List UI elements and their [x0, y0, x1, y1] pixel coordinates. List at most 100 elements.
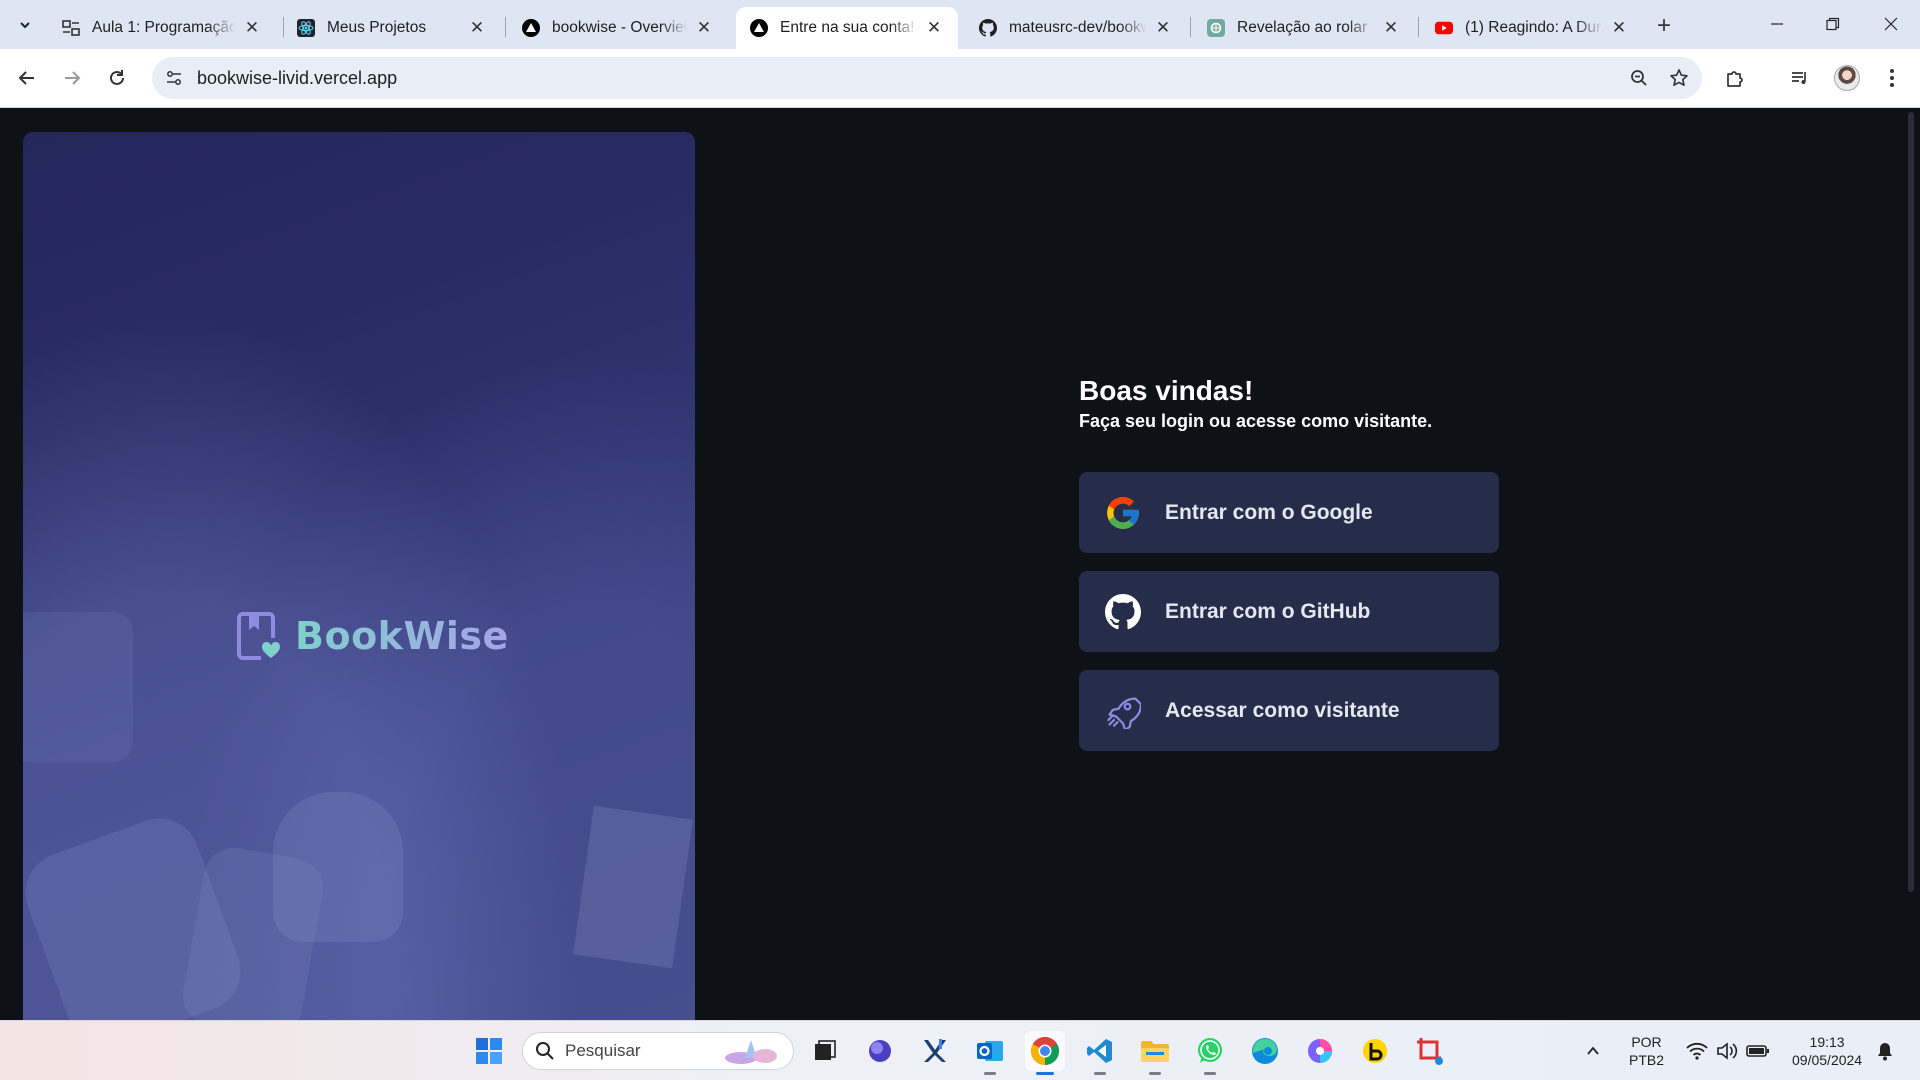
clock-time: 19:13	[1809, 1034, 1845, 1050]
system-tray: POR PTB2 19:13 09/05/2024	[1585, 1021, 1894, 1080]
brand-name: BookWise	[295, 614, 509, 658]
back-button[interactable]	[10, 61, 44, 95]
edge-icon	[1252, 1038, 1278, 1064]
taskbar-app-2[interactable]	[915, 1031, 955, 1071]
windows-taskbar: Pesquisar POR PTB2 19:13 09/05/2024	[0, 1020, 1920, 1080]
react-icon	[297, 19, 315, 37]
restore-button[interactable]	[1808, 8, 1858, 40]
tab-aula[interactable]: Aula 1: Programação ✕	[48, 7, 276, 49]
windows-logo-icon	[476, 1038, 502, 1064]
url-text[interactable]: bookwise-livid.vercel.app	[197, 68, 1622, 89]
taskbar-snipping-tool[interactable]	[1410, 1031, 1450, 1071]
tab-title: bookwise - Overview	[552, 19, 688, 36]
close-icon[interactable]: ✕	[1153, 18, 1173, 38]
tab-bookwise-overview[interactable]: bookwise - Overview ✕	[508, 7, 728, 49]
app-circle-icon	[869, 1040, 891, 1062]
tab-search-button[interactable]	[8, 10, 42, 40]
tab-github-repo[interactable]: mateusrc-dev/bookw ✕	[965, 7, 1187, 49]
outlook-icon	[977, 1041, 1003, 1061]
media-controls-button[interactable]	[1783, 61, 1817, 95]
guest-access-label: Acessar como visitante	[1165, 698, 1400, 722]
kebab-menu-icon	[1890, 69, 1894, 87]
taskbar-chrome[interactable]	[1025, 1031, 1065, 1075]
chevron-up-icon[interactable]	[1585, 1043, 1601, 1059]
github-icon	[979, 19, 997, 37]
taskbar-app-b[interactable]	[1355, 1031, 1395, 1071]
taskbar-task-view[interactable]	[805, 1031, 845, 1071]
bookwise-logo: BookWise	[235, 612, 509, 660]
taskbar-file-explorer[interactable]	[1135, 1031, 1175, 1075]
close-icon[interactable]: ✕	[1609, 18, 1629, 38]
minimize-button[interactable]	[1752, 8, 1802, 40]
forward-button[interactable]	[55, 61, 89, 95]
tab-separator	[1190, 17, 1191, 37]
hero-background-shape	[23, 612, 133, 762]
taskbar-whatsapp[interactable]	[1190, 1031, 1230, 1075]
tab-entre-na-sua-conta[interactable]: Entre na sua conta! | ✕	[736, 7, 958, 49]
zoom-button[interactable]	[1622, 61, 1656, 95]
running-indicator	[1094, 1072, 1106, 1075]
close-icon[interactable]: ✕	[242, 18, 262, 38]
tab-strip: Aula 1: Programação ✕ Meus Projetos ✕ bo…	[0, 0, 1920, 49]
arrow-left-icon	[18, 71, 34, 85]
notification-bell-icon[interactable]	[1876, 1041, 1894, 1061]
tab-title: mateusrc-dev/bookw	[1009, 19, 1147, 36]
google-login-button[interactable]: Entrar com o Google	[1079, 472, 1499, 553]
keyboard-layout: PTB2	[1629, 1052, 1665, 1068]
menu-button[interactable]	[1875, 61, 1909, 95]
close-icon[interactable]: ✕	[1381, 18, 1401, 38]
restore-icon	[1826, 17, 1840, 31]
github-login-button[interactable]: Entrar com o GitHub	[1079, 571, 1499, 652]
taskbar-vscode[interactable]	[1080, 1031, 1120, 1075]
profile-button[interactable]	[1830, 61, 1864, 95]
close-icon[interactable]: ✕	[924, 18, 944, 38]
start-button[interactable]	[469, 1031, 509, 1071]
youtube-icon	[1435, 19, 1453, 37]
tab-title: Meus Projetos	[327, 19, 427, 36]
hero-image: BookWise	[23, 132, 695, 1020]
volume-icon[interactable]	[1716, 1042, 1738, 1060]
page-scrollbar[interactable]	[1908, 112, 1914, 892]
browser-toolbar: bookwise-livid.vercel.app	[0, 49, 1920, 108]
vercel-icon	[522, 19, 540, 37]
search-highlight-icon	[725, 1040, 777, 1064]
minimize-icon	[1771, 23, 1783, 25]
course-icon	[62, 19, 80, 37]
hero-book-shape	[573, 805, 693, 969]
arrow-right-icon	[65, 71, 81, 85]
clock-date: 09/05/2024	[1792, 1052, 1863, 1068]
bookmark-button[interactable]	[1662, 61, 1696, 95]
rocket-icon	[1103, 691, 1143, 731]
taskbar-outlook[interactable]	[970, 1031, 1010, 1075]
close-icon[interactable]: ✕	[694, 18, 714, 38]
tab-revelacao[interactable]: Revelação ao rolar ✕	[1193, 7, 1415, 49]
star-icon	[1670, 69, 1688, 86]
close-icon[interactable]: ✕	[467, 18, 487, 38]
taskbar-app-color[interactable]	[1300, 1031, 1340, 1071]
taskbar-edge[interactable]	[1245, 1031, 1285, 1071]
clock[interactable]: 19:13 09/05/2024	[1792, 1033, 1862, 1069]
snipping-tool-icon	[1417, 1038, 1443, 1065]
extensions-button[interactable]	[1718, 61, 1752, 95]
close-window-button[interactable]	[1866, 8, 1916, 40]
page-title: Boas vindas!	[1079, 375, 1254, 406]
new-tab-button[interactable]: +	[1650, 12, 1678, 40]
login-options: Entrar com o Google Entrar com o GitHub …	[1079, 472, 1499, 751]
tab-title: (1) Reagindo: A Dura	[1465, 19, 1603, 36]
address-bar[interactable]: bookwise-livid.vercel.app	[152, 57, 1702, 99]
tab-meus-projetos[interactable]: Meus Projetos ✕	[283, 7, 501, 49]
battery-icon[interactable]	[1746, 1043, 1770, 1059]
app-editor-icon	[924, 1039, 946, 1062]
google-login-label: Entrar com o Google	[1165, 500, 1373, 524]
site-settings-icon[interactable]	[157, 61, 191, 95]
tab-youtube[interactable]: (1) Reagindo: A Dura ✕	[1421, 7, 1643, 49]
taskbar-app-1[interactable]	[860, 1031, 900, 1071]
playlist-icon	[1792, 72, 1806, 84]
taskbar-search[interactable]: Pesquisar	[522, 1032, 794, 1070]
page-subtitle: Faça seu login ou acesse como visitante.	[1079, 411, 1433, 431]
reload-button[interactable]	[100, 61, 134, 95]
guest-access-button[interactable]: Acessar como visitante	[1079, 670, 1499, 751]
wifi-icon[interactable]	[1686, 1042, 1708, 1060]
input-language[interactable]: POR PTB2	[1629, 1033, 1664, 1069]
chevron-down-icon	[20, 22, 30, 29]
